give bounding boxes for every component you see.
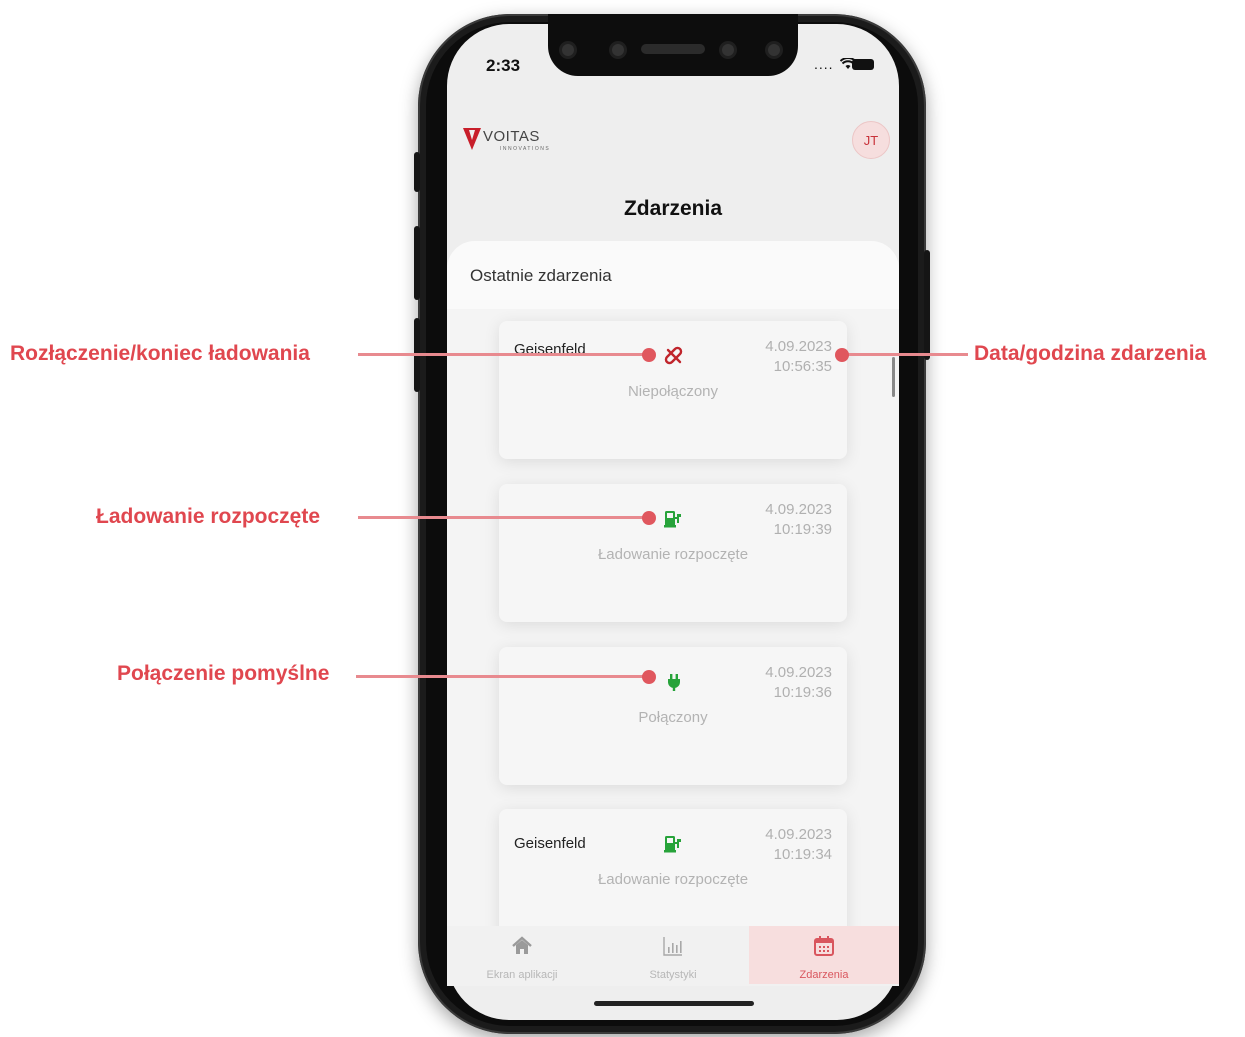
annotation-line-charging (358, 516, 648, 519)
event-date: 4.09.2023 (765, 338, 832, 355)
annotation-dot-charging (642, 511, 656, 525)
event-datetime: 4.09.2023 10:19:34 (765, 825, 832, 865)
power-button (924, 250, 930, 360)
plug-icon (668, 674, 680, 691)
page-title: Zdarzenia (623, 197, 723, 220)
scrollbar[interactable] (892, 357, 895, 397)
charging-started-icon (664, 511, 681, 528)
event-datetime: 4.09.2023 10:19:36 (765, 663, 832, 703)
event-datetime: 4.09.2023 10:56:35 (765, 337, 832, 377)
home-icon (512, 936, 532, 954)
sensor-dot (612, 44, 624, 56)
nav-item-statistics[interactable]: Statystyki (598, 926, 748, 984)
event-card[interactable]: Geisenfeld 4.09.2023 10:56:35 Niepołączo… (499, 321, 847, 459)
nav-label: Statystyki (649, 969, 697, 981)
signal-dots: .... (814, 56, 834, 72)
charging-started-icon (664, 836, 681, 853)
section-title: Ostatnie zdarzenia (470, 266, 612, 285)
nav-label: Ekran aplikacji (486, 969, 558, 981)
annotation-connected: Połączenie pomyślne (117, 662, 330, 685)
event-date: 4.09.2023 (765, 826, 832, 843)
event-status: Ładowanie rozpoczęte (597, 871, 749, 888)
nav-item-events[interactable]: Zdarzenia (749, 926, 899, 984)
bar-chart-icon (663, 937, 682, 956)
logo-subtext: INNOVATIONS (500, 146, 551, 152)
event-status: Niepołączony (627, 383, 719, 400)
event-date: 4.09.2023 (765, 664, 832, 681)
mute-switch (414, 152, 420, 192)
front-camera (722, 44, 734, 56)
event-site: Geisenfeld (514, 835, 586, 852)
annotation-line-connected (356, 675, 648, 678)
earpiece-speaker (641, 44, 705, 54)
events-panel: Ostatnie zdarzenia Geisenfeld 4.09.2023 … (447, 241, 899, 931)
nav-item-home[interactable]: Ekran aplikacji (447, 926, 597, 984)
event-card[interactable]: Geisenfeld 4.09.2023 10:19:34 Ładowanie … (499, 809, 847, 931)
nav-label: Zdarzenia (799, 969, 849, 981)
event-time: 10:19:34 (773, 846, 832, 863)
event-time: 10:19:36 (773, 684, 832, 701)
bottom-nav: Ekran aplikacji Statystyki Zdarzenia (447, 926, 899, 986)
annotation-line-disconnect (358, 353, 648, 356)
annotation-datetime: Data/godzina zdarzenia (974, 342, 1207, 365)
proximity-sensor (768, 44, 780, 56)
annotation-line-datetime (842, 353, 968, 356)
volume-up-button (414, 226, 420, 300)
annotation-dot-disconnect (642, 348, 656, 362)
annotation-charging-started: Ładowanie rozpoczęte (96, 505, 321, 528)
voitas-logo-mark (463, 128, 481, 150)
panel-header: Ostatnie zdarzenia (447, 241, 899, 309)
unplugged-icon (664, 346, 683, 365)
calendar-icon (814, 936, 834, 956)
event-time: 10:19:39 (773, 521, 832, 538)
event-status: Ładowanie rozpoczęte (597, 546, 749, 563)
camera-dot (562, 44, 574, 56)
annotation-dot-connected (642, 670, 656, 684)
annotation-dot-datetime (835, 348, 849, 362)
signal-indicator: .... (814, 56, 857, 72)
event-datetime: 4.09.2023 10:19:39 (765, 500, 832, 540)
logo-text: VOITAS (483, 128, 540, 145)
avatar[interactable]: JT (852, 121, 890, 159)
annotation-disconnect: Rozłączenie/koniec ładowania (10, 342, 310, 365)
event-time: 10:56:35 (773, 358, 832, 375)
event-date: 4.09.2023 (765, 501, 832, 518)
status-time: 2:33 (486, 56, 521, 75)
battery-icon (852, 59, 874, 70)
event-card[interactable]: 4.09.2023 10:19:39 Ładowanie rozpoczęte (499, 484, 847, 622)
event-status: Połączony (638, 709, 708, 726)
event-card[interactable]: 4.09.2023 10:19:36 Połączony (499, 647, 847, 785)
home-indicator (594, 1001, 754, 1006)
